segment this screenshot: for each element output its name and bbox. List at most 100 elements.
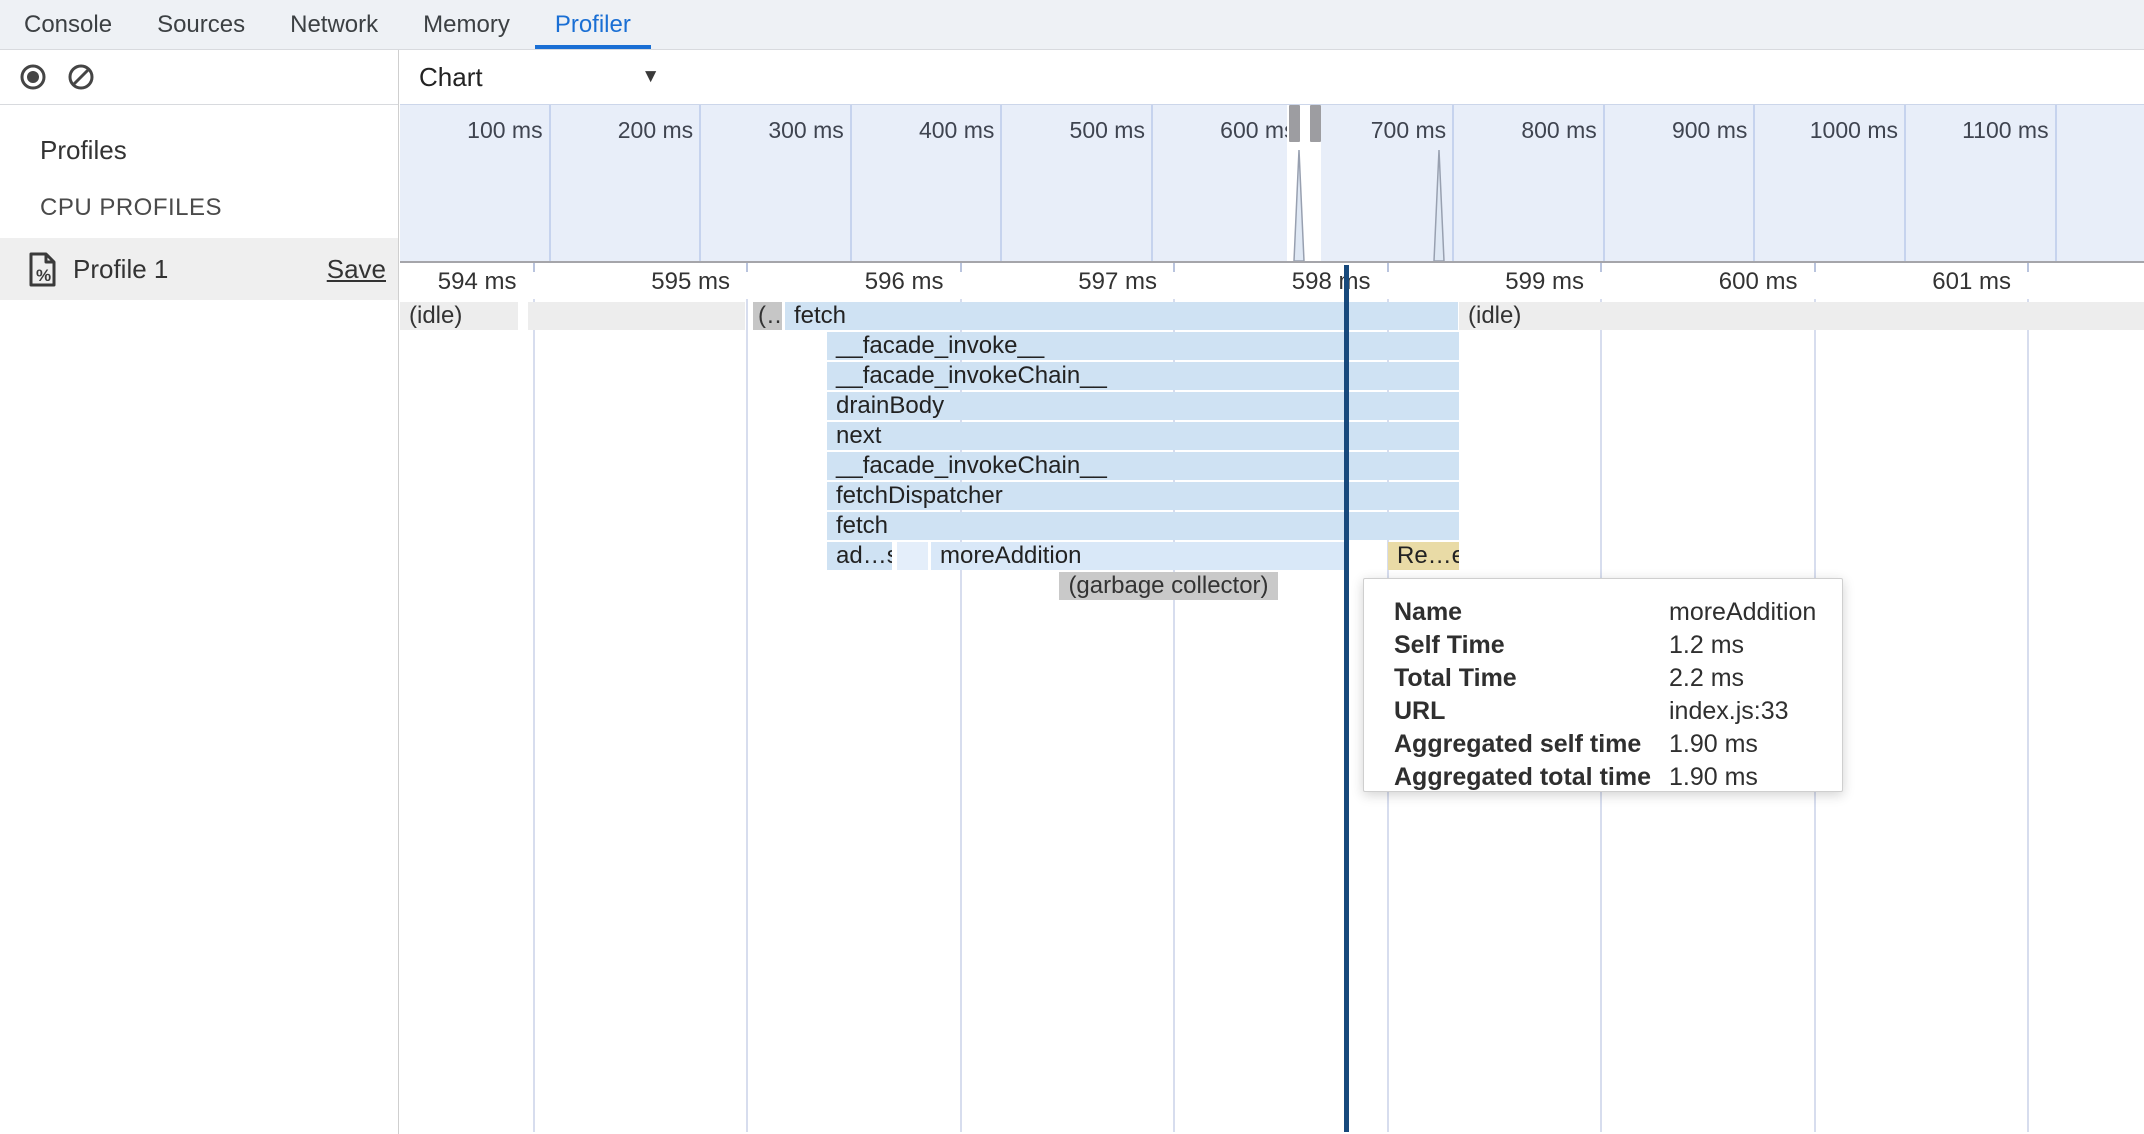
cpu-usage-spike: [1290, 149, 1308, 261]
overview-tick-label: 500 ms: [1002, 105, 1153, 261]
view-toolbar: Chart ▼: [400, 50, 2144, 105]
ruler-tick-label: 597 ms: [1017, 268, 1157, 296]
flame-bar[interactable]: __facade_invokeChain__: [827, 452, 1459, 480]
flame-row: drainBody: [400, 392, 2144, 420]
view-mode-value: Chart: [419, 62, 483, 93]
overview-tick-label: 1000 ms: [1755, 105, 1906, 261]
tooltip-label: Total Time: [1394, 664, 1669, 693]
time-gridtick: [746, 263, 748, 272]
overview-tick-label: 800 ms: [1454, 105, 1605, 261]
ruler-tick-label: 594 ms: [400, 268, 517, 296]
overview-tick-label: 900 ms: [1605, 105, 1756, 261]
clear-button[interactable]: [66, 62, 96, 92]
selection-handle-left[interactable]: [1289, 105, 1300, 142]
ruler-tick-label: 601 ms: [1871, 268, 2011, 296]
overview-tick-label: 1100 ms: [1906, 105, 2057, 261]
tooltip-row: Aggregated self time1.90 ms: [1394, 728, 1842, 761]
flame-chart: NamemoreAdditionSelf Time1.2 msTotal Tim…: [400, 263, 2144, 1132]
flame-bar[interactable]: next: [827, 422, 1459, 450]
time-gridtick: [533, 263, 535, 272]
overview-tick-label: 100 ms: [400, 105, 551, 261]
profiler-main: Chart ▼ 100 ms200 ms300 ms400 ms500 ms60…: [400, 50, 2144, 1134]
flame-bar[interactable]: ad…s: [827, 542, 892, 570]
tooltip-label: Name: [1394, 598, 1669, 627]
flame-bar[interactable]: (garbage collector): [1059, 572, 1278, 600]
flame-row: fetch: [400, 512, 2144, 540]
tooltip-label: Aggregated total time: [1394, 763, 1669, 792]
flame-bar[interactable]: fetch: [827, 512, 1459, 540]
devtools-window: ConsoleSourcesNetworkMemoryProfiler Prof…: [0, 0, 2144, 1134]
flame-bar[interactable]: (idle): [1459, 302, 2144, 330]
tooltip-row: Self Time1.2 ms: [1394, 629, 1842, 662]
tooltip-label: Aggregated self time: [1394, 730, 1669, 759]
flame-bar[interactable]: (idle): [400, 302, 518, 330]
tab-profiler[interactable]: Profiler: [535, 0, 651, 49]
flame-row: __facade_invoke__: [400, 332, 2144, 360]
time-gridtick: [1387, 263, 1389, 272]
overview-tick-label: 400 ms: [852, 105, 1003, 261]
overview-tick-label: 12: [2057, 105, 2144, 261]
record-circle-icon: [18, 62, 48, 92]
flame-bar[interactable]: (…: [753, 302, 782, 330]
ruler-tick-label: 599 ms: [1444, 268, 1584, 296]
tab-memory[interactable]: Memory: [403, 0, 530, 49]
view-mode-select[interactable]: Chart ▼: [400, 62, 670, 93]
tooltip-value: 1.90 ms: [1669, 730, 1758, 759]
flame-row: (idle)(…fetch(idle): [400, 302, 2144, 330]
flame-row: __facade_invokeChain__: [400, 362, 2144, 390]
time-marker-line: [1344, 265, 1349, 1132]
time-gridtick: [2027, 263, 2029, 272]
tooltip-value: 2.2 ms: [1669, 664, 1744, 693]
cpu-profiles-section-label: CPU PROFILES: [40, 194, 398, 222]
tooltip-label: URL: [1394, 697, 1669, 726]
flame-bar[interactable]: fetch: [785, 302, 1458, 330]
sidebar-item-profile-1[interactable]: % Profile 1 Save: [0, 238, 398, 300]
tooltip-row: Total Time2.2 ms: [1394, 662, 1842, 695]
flame-bar[interactable]: fetchDispatcher: [827, 482, 1459, 510]
tooltip-value: 1.90 ms: [1669, 763, 1758, 792]
tooltip-label: Self Time: [1394, 631, 1669, 660]
flame-bar[interactable]: Re…e: [1388, 542, 1459, 570]
devtools-tabbar: ConsoleSourcesNetworkMemoryProfiler: [0, 0, 2144, 50]
profile-name: Profile 1: [73, 254, 327, 285]
tab-sources[interactable]: Sources: [137, 0, 265, 49]
flame-row: fetchDispatcher: [400, 482, 2144, 510]
flame-bar[interactable]: [897, 542, 928, 570]
flame-bar[interactable]: drainBody: [827, 392, 1459, 420]
tooltip-value: moreAddition: [1669, 598, 1816, 627]
flame-row: ad…s moreAddition Re…e: [400, 542, 2144, 570]
profiler-toolbar: [0, 50, 398, 105]
record-button[interactable]: [18, 62, 48, 92]
flame-row: __facade_invokeChain__: [400, 452, 2144, 480]
tab-console[interactable]: Console: [4, 0, 132, 49]
profiles-heading: Profiles: [40, 135, 398, 166]
save-link[interactable]: Save: [327, 254, 386, 285]
frame-tooltip: NamemoreAdditionSelf Time1.2 msTotal Tim…: [1363, 578, 1843, 792]
circle-slash-icon: [66, 62, 96, 92]
profiler-sidebar: Profiles CPU PROFILES % Profile 1 Save: [0, 50, 399, 1134]
tooltip-value: index.js:33: [1669, 697, 1789, 726]
time-gridtick: [1600, 263, 1602, 272]
overview-tick-label: 600 ms: [1153, 105, 1304, 261]
timeline-overview[interactable]: 100 ms200 ms300 ms400 ms500 ms600 ms700 …: [400, 105, 2144, 263]
svg-text:%: %: [36, 266, 51, 285]
ruler-tick-label: 600 ms: [1658, 268, 1798, 296]
flame-bar[interactable]: moreAddition: [931, 542, 1345, 570]
profile-document-icon: %: [29, 252, 56, 287]
tooltip-value: 1.2 ms: [1669, 631, 1744, 660]
flame-row: next: [400, 422, 2144, 450]
tab-network[interactable]: Network: [270, 0, 398, 49]
time-gridtick: [1814, 263, 1816, 272]
time-gridtick: [1173, 263, 1175, 272]
tooltip-row: Aggregated total time1.90 ms: [1394, 761, 1842, 794]
selection-handle-right[interactable]: [1310, 105, 1321, 142]
flame-bar[interactable]: __facade_invokeChain__: [827, 362, 1459, 390]
ruler-tick-label: 595 ms: [590, 268, 730, 296]
chevron-down-icon: ▼: [641, 66, 660, 88]
tooltip-row: NamemoreAddition: [1394, 596, 1842, 629]
tooltip-row: URLindex.js:33: [1394, 695, 1842, 728]
ruler-tick-label: 598 ms: [1231, 268, 1371, 296]
flame-row: (garbage collector): [400, 572, 2144, 600]
flame-bar[interactable]: __facade_invoke__: [827, 332, 1459, 360]
flame-bar[interactable]: [528, 302, 745, 330]
